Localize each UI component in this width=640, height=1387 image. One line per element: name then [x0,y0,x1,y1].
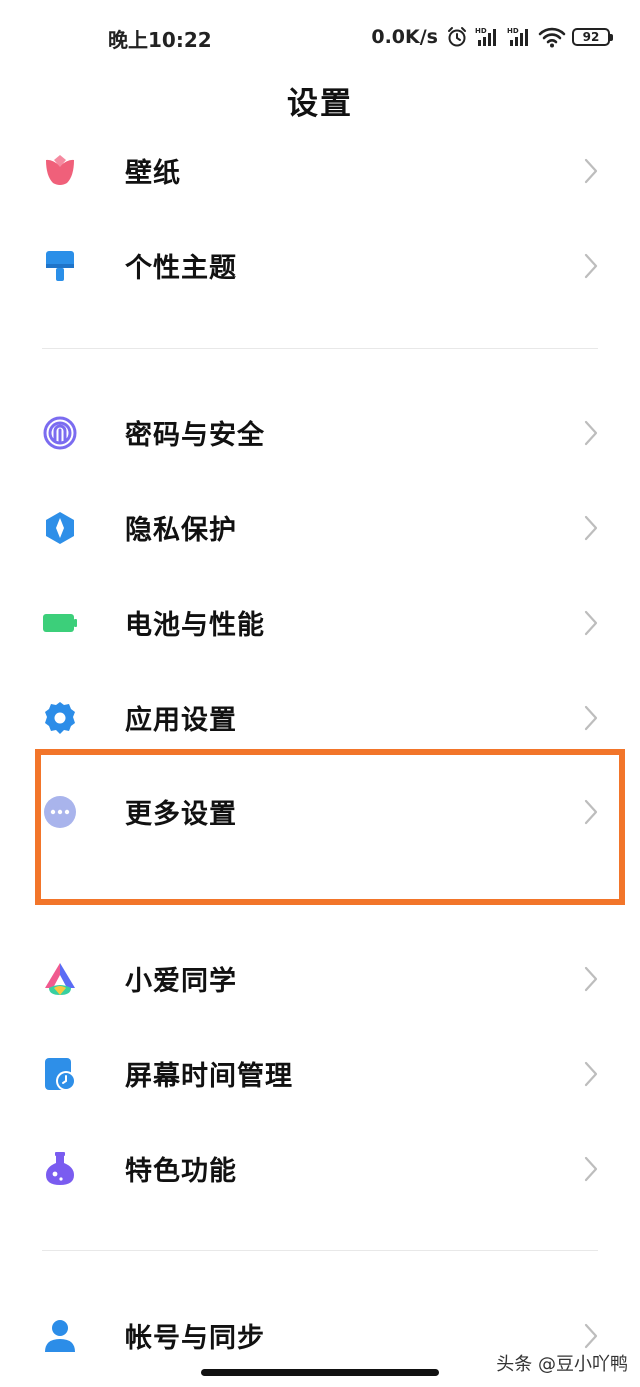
settings-item-privacy[interactable]: 隐私保护 [0,482,640,572]
settings-item-screen-time[interactable]: 屏幕时间管理 [0,1028,640,1118]
chevron-right-icon [584,515,598,541]
highlight-box [35,749,625,905]
chevron-right-icon [584,705,598,731]
page-title: 设置 [287,86,353,122]
hd-signal-icon: HD [475,27,496,46]
person-icon [45,1320,75,1352]
tulip-icon [46,155,74,185]
network-speed: 0.0K/s [371,26,438,48]
chevron-right-icon [584,966,598,992]
chevron-right-icon [584,1323,598,1349]
settings-item-label: 密码与安全 [125,420,265,451]
section-divider [42,348,598,349]
settings-item-label: 电池与性能 [125,610,265,641]
settings-item-label: 个性主题 [125,253,237,284]
settings-item-label: 帐号与同步 [125,1323,265,1354]
settings-item-label: 屏幕时间管理 [125,1061,293,1092]
privacy-shield-icon [46,512,74,544]
settings-item-label: 特色功能 [125,1156,237,1187]
home-indicator[interactable] [201,1369,439,1376]
settings-item-special-features[interactable]: 特色功能 [0,1123,640,1213]
settings-item-themes[interactable]: 个性主题 [0,220,640,310]
chevron-right-icon [584,253,598,279]
hd-signal-icon: HD [507,27,528,46]
section-divider [42,1250,598,1251]
watermark: 头条 @豆小吖鸭 [496,1354,628,1375]
chevron-right-icon [584,610,598,636]
screen-time-icon [45,1058,76,1091]
brush-icon [46,251,74,281]
settings-item-password-security[interactable]: 密码与安全 [0,387,640,477]
status-time: 晚上10:22 [108,28,212,52]
chevron-right-icon [584,420,598,446]
svg-text:HD: HD [475,27,487,35]
flask-icon [46,1152,74,1185]
status-icons: 0.0K/s HD HD 92 [371,22,613,52]
settings-item-label: 小爱同学 [125,966,237,997]
settings-item-xiaoai[interactable]: 小爱同学 [0,933,640,1023]
wifi-icon [538,27,566,48]
xiaoai-icon [45,963,75,995]
alarm-icon [448,27,466,47]
chevron-right-icon [584,158,598,184]
chevron-right-icon [584,1061,598,1087]
battery-icon [43,614,77,632]
battery-level: 92 [582,30,600,44]
gear-icon [45,702,75,734]
settings-item-label: 壁纸 [125,158,181,189]
settings-item-label: 隐私保护 [125,515,237,546]
settings-item-wallpaper[interactable]: 壁纸 [0,125,640,215]
battery-icon: 92 [572,28,613,46]
chevron-right-icon [584,1156,598,1182]
status-bar: 晚上10:22 0.0K/s HD HD 92 [0,0,640,72]
svg-text:HD: HD [507,27,519,35]
fingerprint-icon [43,416,77,450]
settings-item-battery-performance[interactable]: 电池与性能 [0,577,640,667]
settings-item-label: 应用设置 [125,705,237,736]
